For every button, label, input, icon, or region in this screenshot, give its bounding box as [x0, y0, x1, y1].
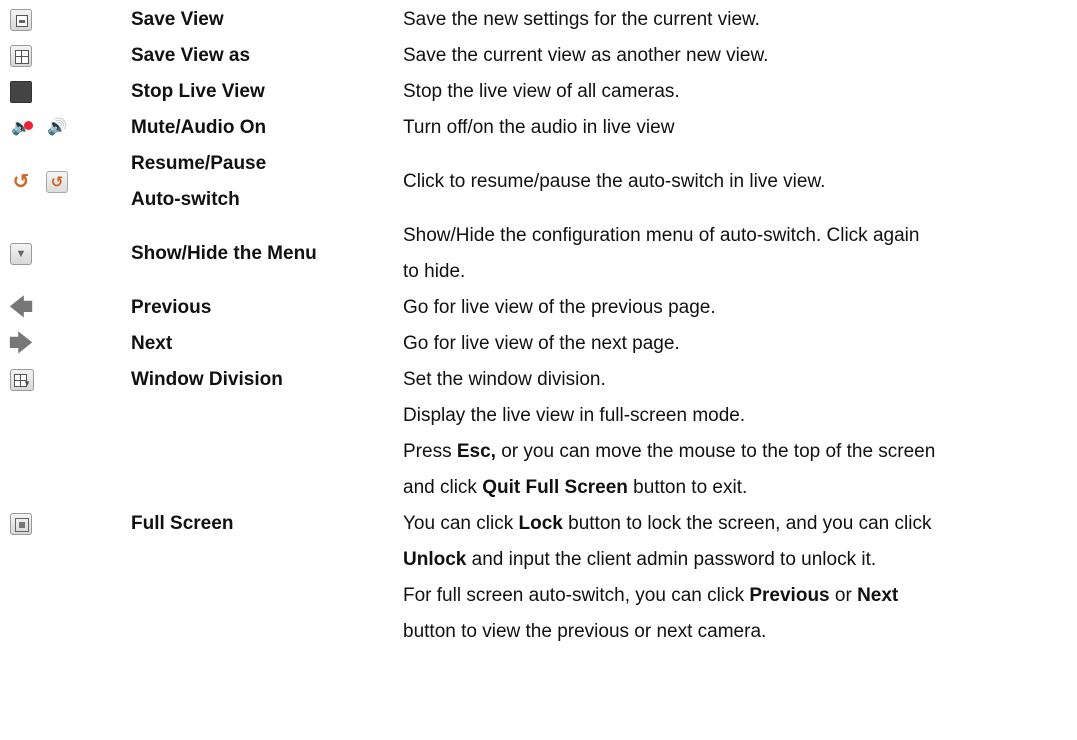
mute-icon: 🔈: [10, 117, 33, 139]
feature-description: Go for live view of the next page.: [403, 333, 680, 354]
feature-name: Previous: [131, 297, 212, 318]
description-line: You can click Lock button to lock the sc…: [403, 513, 932, 534]
feature-name: Save View: [131, 9, 224, 30]
feature-description: Click to resume/pause the auto-switch in…: [403, 171, 826, 192]
arrow-left-icon: 🡄: [8, 294, 34, 321]
dropdown-icon: ▼: [10, 243, 32, 265]
feature-description: Turn off/on the audio in live view: [403, 117, 675, 138]
description-line: and click Quit Full Screen button to exi…: [403, 477, 748, 498]
feature-description: Go for live view of the previous page.: [403, 297, 716, 318]
feature-name: Window Division: [131, 369, 283, 390]
description-line: Display the live view in full-screen mod…: [403, 405, 746, 426]
description-line: Press Esc, or you can move the mouse to …: [403, 441, 936, 462]
stop-icon: [10, 81, 32, 103]
window-division-icon: ▼: [10, 369, 34, 391]
feature-description: Save the new settings for the current vi…: [403, 9, 760, 30]
save-view-icon: [10, 9, 32, 31]
audio-on-icon: 🔊: [47, 119, 67, 136]
resume-icon: ↺: [12, 171, 30, 193]
pause-icon: ↺: [46, 171, 68, 193]
feature-name: Next: [131, 333, 173, 354]
feature-name: Mute/Audio On: [131, 117, 267, 138]
feature-name: Show/Hide the Menu: [131, 243, 317, 264]
save-view-as-icon: [10, 45, 32, 67]
feature-description: Stop the live view of all cameras.: [403, 81, 680, 102]
arrow-right-icon: 🡆: [8, 330, 34, 357]
feature-name: Full Screen: [131, 513, 234, 534]
feature-description: Show/Hide the configuration menu of auto…: [403, 225, 920, 282]
description-line: button to view the previous or next came…: [403, 621, 767, 642]
feature-description: Set the window division.: [403, 369, 606, 390]
description-line: For full screen auto-switch, you can cli…: [403, 585, 899, 606]
feature-name: Resume/Pause Auto-switch: [131, 153, 267, 210]
feature-name: Save View as: [131, 45, 251, 66]
description-line: Unlock and input the client admin passwo…: [403, 549, 877, 570]
feature-name: Stop Live View: [131, 81, 265, 102]
feature-description: Display the live view in full-screen mod…: [403, 398, 1075, 650]
full-screen-icon: [10, 513, 32, 535]
feature-description: Save the current view as another new vie…: [403, 45, 769, 66]
